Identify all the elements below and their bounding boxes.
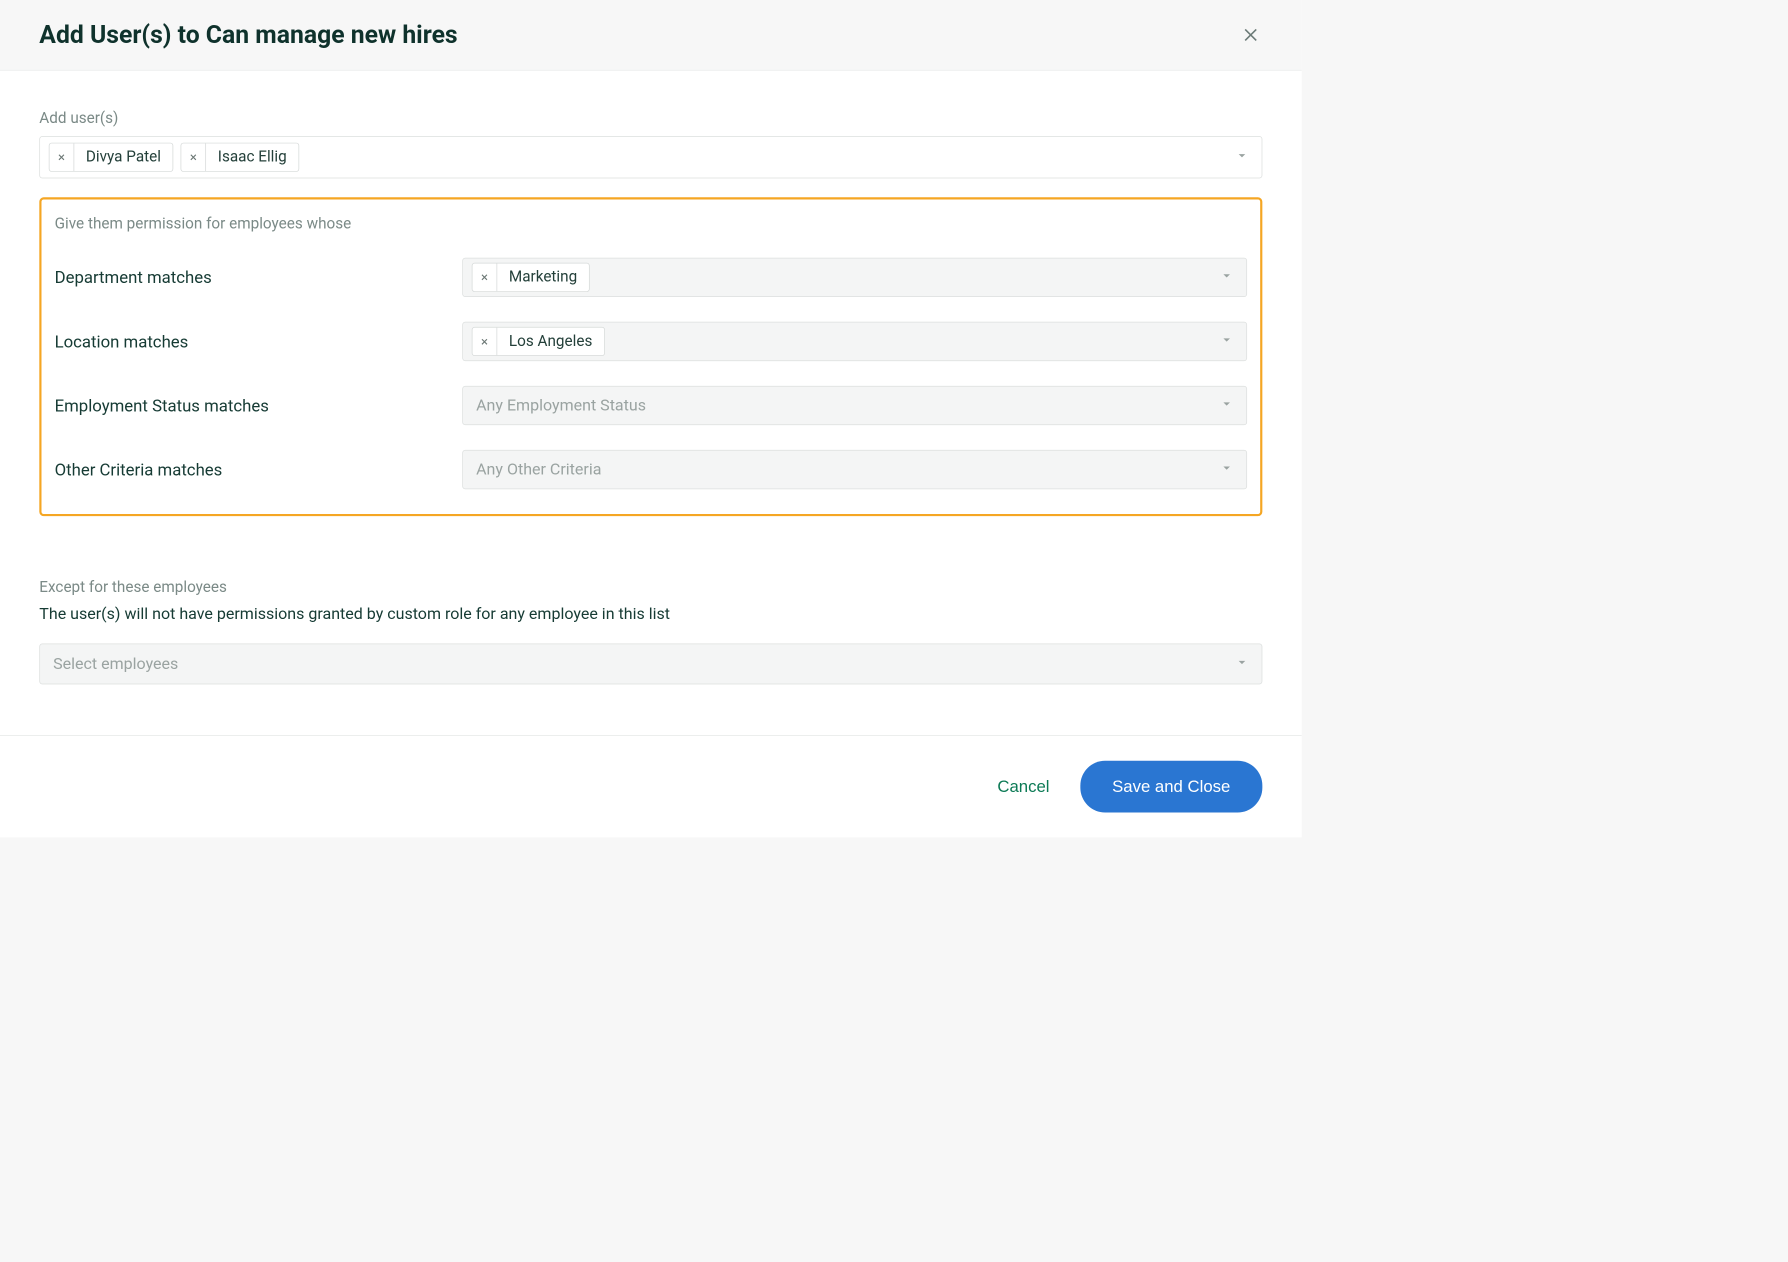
chevron-down-icon [1220,269,1233,285]
criteria-intro: Give them permission for employees whose [55,215,1247,232]
except-label: Except for these employees [39,579,1262,596]
chevron-down-icon [1235,656,1248,672]
chip-label: Divya Patel [74,143,172,171]
criteria-row-department: Department matches × Marketing [55,258,1247,297]
add-users-select[interactable]: × Divya Patel × Isaac Ellig [39,136,1262,178]
criteria-label: Location matches [55,332,463,352]
chip-label: Isaac Ellig [206,143,298,171]
cancel-button[interactable]: Cancel [993,776,1054,797]
save-and-close-button[interactable]: Save and Close [1080,761,1262,813]
department-select[interactable]: × Marketing [462,258,1247,297]
add-users-label: Add user(s) [39,110,1262,127]
user-chip: × Isaac Ellig [181,143,299,172]
criteria-highlight-box: Give them permission for employees whose… [39,197,1262,516]
placeholder-text: Any Other Criteria [472,460,602,478]
criteria-row-location: Location matches × Los Angeles [55,322,1247,361]
employment-status-select[interactable]: Any Employment Status [462,386,1247,425]
chevron-down-icon [1235,149,1248,165]
modal-footer: Cancel Save and Close [0,735,1302,837]
chevron-down-icon [1220,397,1233,413]
chevron-down-icon [1220,462,1233,478]
criteria-row-other-criteria: Other Criteria matches Any Other Criteri… [55,450,1247,489]
criteria-label: Other Criteria matches [55,460,463,480]
chevron-down-icon [1220,333,1233,349]
user-chip: × Divya Patel [49,143,174,172]
value-chip: × Los Angeles [472,327,605,356]
modal-body: Add user(s) × Divya Patel × Isaac Ellig … [0,71,1302,736]
placeholder-text: Select employees [49,655,179,673]
remove-chip-button[interactable]: × [472,264,497,292]
chip-label: Marketing [497,264,589,292]
placeholder-text: Any Employment Status [472,396,646,414]
modal-header: Add User(s) to Can manage new hires [0,0,1302,71]
value-chip: × Marketing [472,263,590,292]
criteria-label: Employment Status matches [55,396,463,416]
except-section: Except for these employees The user(s) w… [39,579,1262,685]
criteria-label: Department matches [55,268,463,288]
modal-title: Add User(s) to Can manage new hires [39,20,457,49]
other-criteria-select[interactable]: Any Other Criteria [462,450,1247,489]
chip-label: Los Angeles [497,328,604,356]
except-employees-select[interactable]: Select employees [39,644,1262,685]
close-button[interactable] [1239,23,1262,46]
remove-chip-button[interactable]: × [472,328,497,356]
except-description: The user(s) will not have permissions gr… [39,605,1262,623]
close-icon [1241,25,1260,44]
criteria-row-employment-status: Employment Status matches Any Employment… [55,386,1247,425]
remove-chip-button[interactable]: × [50,143,75,171]
remove-chip-button[interactable]: × [181,143,206,171]
location-select[interactable]: × Los Angeles [462,322,1247,361]
add-users-modal: Add User(s) to Can manage new hires Add … [0,0,1302,837]
